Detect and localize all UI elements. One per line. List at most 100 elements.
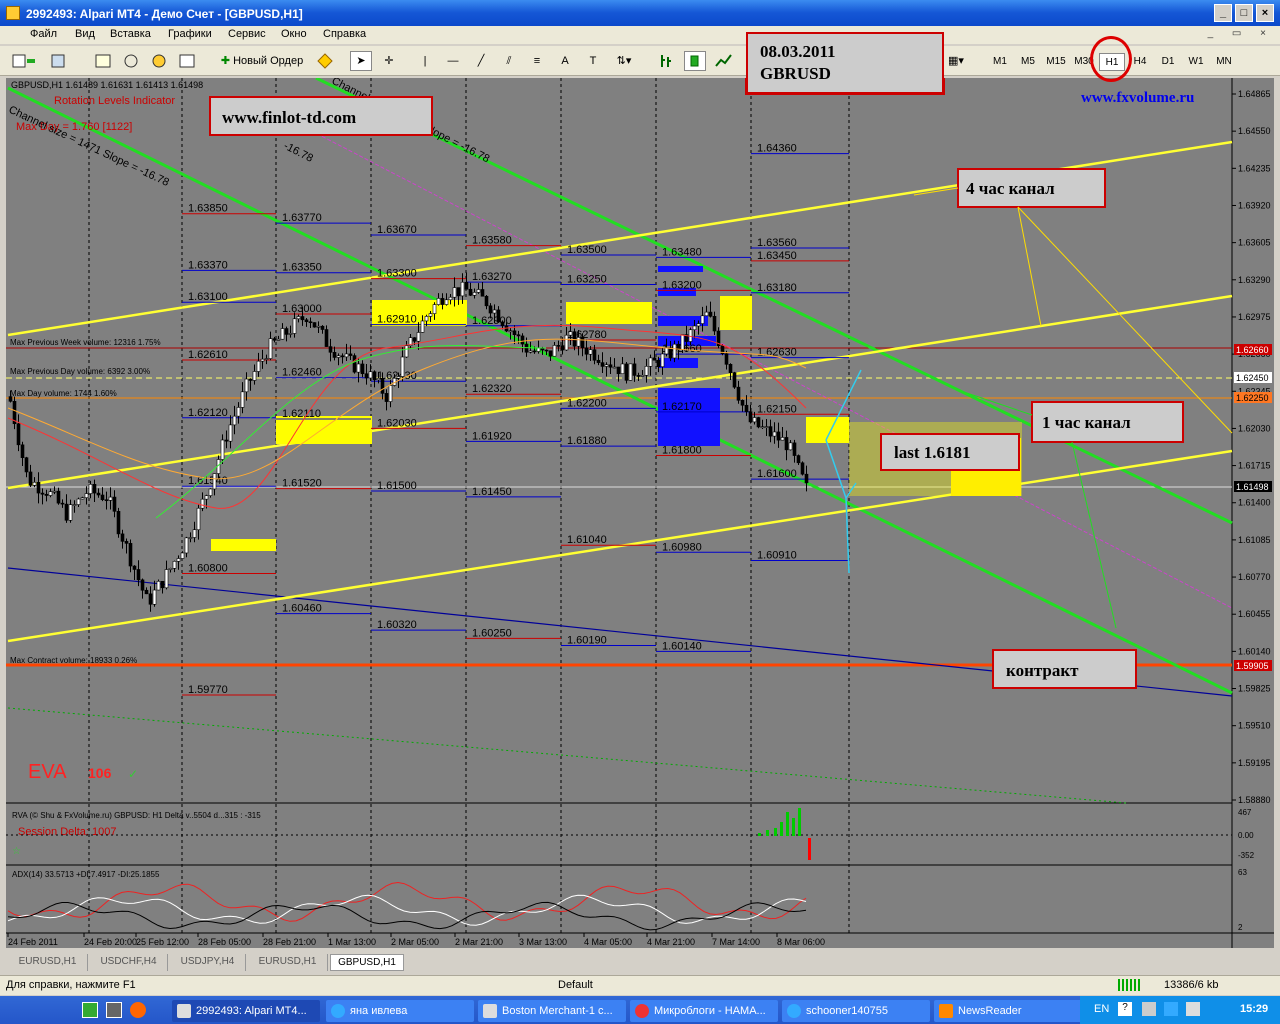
tf-w1[interactable]: W1 [1183,53,1209,71]
tray-icon-2[interactable] [1164,1002,1178,1016]
level-label: 1.60140 [662,640,702,652]
candle-body [228,424,233,442]
tf-m5[interactable]: M5 [1015,53,1041,71]
mt4-launch-icon[interactable] [82,1002,98,1018]
candlestick-icon[interactable] [684,51,706,71]
menu-view[interactable]: Вид [75,28,95,40]
mdi-window-buttons[interactable]: _ ▭ × [1208,28,1274,39]
candle-body [568,331,573,336]
line-chart-icon[interactable] [712,51,734,71]
candle-body [572,331,577,347]
browser-launch-icon[interactable] [130,1002,146,1018]
maximize-button[interactable]: □ [1235,4,1253,22]
candle-body [796,455,801,464]
menu-tools[interactable]: Сервис [228,28,266,40]
candle-body [256,360,261,372]
fxvolume-link[interactable]: www.fxvolume.ru [1081,90,1194,106]
arrows-icon[interactable]: ⇅▾ [610,51,638,71]
task-skype[interactable]: яна ивлева [326,1000,474,1022]
candle-body [312,322,317,328]
menu-help[interactable]: Справка [323,28,366,40]
tab-eurusd-h1-2[interactable]: EURUSD,H1 [248,954,328,971]
tf-m15[interactable]: M15 [1043,53,1069,71]
chart-canvas[interactable]: 1.63850 1.63770 1.63670 1.63580 1.63500 1.634… [6,78,1274,948]
bar-chart-icon[interactable] [656,51,678,71]
terminal-icon[interactable] [148,51,170,71]
tf-mn[interactable]: MN [1211,53,1237,71]
new-chart-icon[interactable] [10,51,40,71]
text-label-icon[interactable]: T [582,51,604,71]
minimize-button[interactable]: _ [1214,4,1232,22]
cursor-icon[interactable]: ➤ [350,51,372,71]
task-mt4-label: 2992493: Alpari MT4... [196,1005,307,1017]
chart-header: GBPUSD,H1 1.61489 1.61631 1.61413 1.6149… [11,80,203,90]
close-button[interactable]: × [1256,4,1274,22]
horizontal-line-icon[interactable]: — [442,51,464,71]
candle-body [624,363,629,381]
tray-icon-3[interactable] [1186,1002,1200,1016]
candle-body [436,298,441,305]
task-boston[interactable]: Boston Merchant-1 c... [478,1000,626,1022]
tab-gbpusd-h1[interactable]: GBPUSD,H1 [330,954,404,971]
tf-m1[interactable]: M1 [987,53,1013,71]
tf-d1[interactable]: D1 [1155,53,1181,71]
crosshair-icon[interactable]: ✛ [378,51,400,71]
fibonacci-icon[interactable]: ≡ [526,51,548,71]
equidistant-channel-icon[interactable]: ⫽ [498,51,520,71]
candle-body [544,349,549,352]
candle-body [32,481,37,486]
level-label: 1.63850 [188,203,228,215]
menu-charts[interactable]: Графики [168,28,212,40]
candle-body [120,533,125,542]
time-axis-label: 3 Mar 13:00 [519,937,567,947]
time-axis-label: 8 Mar 06:00 [777,937,825,947]
mt4-icon [177,1004,191,1018]
vertical-line-icon[interactable]: | [414,51,436,71]
date-box-overlay: 08.03.2011 GBRUSD [746,32,944,94]
tray-icon-1[interactable] [1142,1002,1156,1016]
candle-body [260,358,265,362]
candle-body [576,337,581,347]
trendline-icon[interactable]: ╱ [470,51,492,71]
candle-body [580,337,585,349]
candle-body [68,504,73,521]
quick-launch[interactable] [0,996,150,1024]
level-label: 1.62030 [377,417,417,429]
task-mt4[interactable]: 2992493: Alpari MT4... [172,1000,320,1022]
candle-body [324,329,329,347]
new-order-button[interactable]: ✚ Новый Ордер [214,51,310,71]
navigator-icon[interactable] [120,51,142,71]
candle-body [132,565,137,570]
candle-body [688,329,693,342]
profiles-icon[interactable] [48,51,78,71]
tab-usdjpy-h4[interactable]: USDJPY,H4 [170,954,246,971]
menu-insert[interactable]: Вставка [110,28,151,40]
candle-body [340,355,345,358]
candle-body [536,347,541,352]
candle-body [248,378,253,381]
candle-body [172,561,177,569]
tab-eurusd-h1[interactable]: EURUSD,H1 [8,954,88,971]
task-newsreader[interactable]: NewsReader [934,1000,1082,1022]
candle-body [780,437,785,441]
candle-body [112,496,117,512]
help-icon[interactable]: ? [1118,1002,1132,1016]
candle-body [560,345,565,351]
strategy-tester-icon[interactable] [176,51,198,71]
language-indicator[interactable]: EN [1094,1003,1109,1015]
task-schooner[interactable]: schooner140755 [782,1000,930,1022]
launch-icon-2[interactable] [106,1002,122,1018]
menu-window[interactable]: Окно [281,28,307,40]
chart-window[interactable]: 1.63850 1.63770 1.63670 1.63580 1.63500 1.634… [6,78,1274,948]
candle-body [492,309,497,314]
tab-usdchf-h4[interactable]: USDCHF,H4 [90,954,168,971]
candle-body [744,404,749,412]
templates-icon[interactable]: ▦▾ [942,51,970,71]
level-label: 1.62110 [282,408,321,420]
menu-file[interactable]: Файл [30,28,57,40]
market-watch-icon[interactable] [92,51,114,71]
task-chrome[interactable]: Микроблоги - НАМА... [630,1000,778,1022]
expert-advisors-icon[interactable] [314,51,336,71]
candle-body [252,371,257,381]
text-tool-icon[interactable]: A [554,51,576,71]
